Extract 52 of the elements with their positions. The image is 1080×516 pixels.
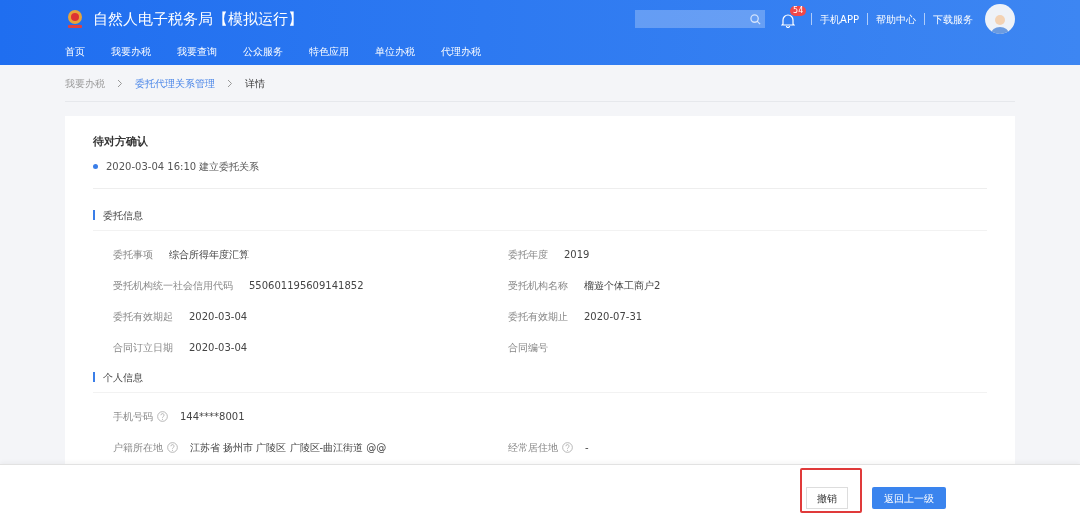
bell-icon[interactable] — [781, 13, 796, 28]
field-label: 合同编号 — [508, 340, 548, 355]
avatar[interactable] — [985, 4, 1015, 34]
help-icon[interactable] — [562, 441, 573, 453]
status-title: 待对方确认 — [93, 134, 149, 150]
breadcrumb-current: 详情 — [245, 76, 265, 91]
field-label: 手机号码 — [113, 409, 153, 424]
back-button[interactable]: 返回上一级 — [872, 487, 946, 510]
emblem-icon — [65, 8, 85, 30]
help-icon[interactable] — [157, 410, 168, 422]
header-link[interactable]: 手机APP — [820, 11, 859, 27]
nav-item[interactable]: 公众服务 — [243, 44, 283, 59]
header-link[interactable]: 帮助中心 — [876, 11, 916, 27]
chevron-icon — [117, 78, 123, 88]
field-label: 受托机构名称 — [508, 278, 568, 293]
timeline-event: 2020-03-04 16:10 建立委托关系 — [106, 159, 260, 174]
section-title: 委托信息 — [103, 208, 143, 223]
field-value: 2019 — [564, 247, 590, 262]
field-label: 委托有效期止 — [508, 309, 568, 324]
header-link[interactable]: 下载服务 — [933, 11, 973, 27]
field-value: 榴遊个体工商户2 — [584, 278, 661, 293]
field-label: 受托机构统一社会信用代码 — [113, 278, 233, 293]
nav-item[interactable]: 特色应用 — [309, 44, 349, 59]
breadcrumb-link[interactable]: 委托代理关系管理 — [135, 75, 215, 91]
chevron-icon — [227, 78, 233, 88]
field-value: 江苏省 扬州市 广陵区 广陵区-曲江街道 @@ — [190, 440, 387, 455]
search-icon[interactable] — [750, 13, 762, 25]
help-icon[interactable] — [167, 441, 178, 453]
field-value: 550601195609141852 — [249, 278, 364, 293]
field-label: 户籍所在地 — [113, 440, 163, 455]
field-label: 委托年度 — [508, 247, 548, 262]
search-field[interactable] — [635, 10, 766, 28]
field-value: 2020-07-31 — [584, 309, 643, 324]
field-label: 委托有效期起 — [113, 309, 173, 324]
field-value: 2020-03-04 — [189, 309, 248, 324]
nav-item[interactable]: 单位办税 — [375, 44, 415, 59]
field-value: 144****8001 — [180, 409, 245, 424]
section-title: 个人信息 — [103, 370, 143, 385]
nav-item[interactable]: 首页 — [65, 44, 85, 59]
field-label: 合同订立日期 — [113, 340, 173, 355]
site-title: 自然人电子税务局【模拟运行】 — [93, 8, 303, 30]
field-value: 综合所得年度汇算 — [169, 247, 249, 262]
nav-item[interactable]: 我要查询 — [177, 44, 217, 59]
breadcrumb-link[interactable]: 我要办税 — [65, 75, 105, 91]
nav-item[interactable]: 我要办税 — [111, 44, 151, 59]
notification-badge: 54 — [790, 6, 807, 16]
field-value: - — [585, 440, 589, 455]
field-label: 经常居住地 — [508, 440, 558, 455]
field-value: 2020-03-04 — [189, 340, 248, 355]
nav-item[interactable]: 代理办税 — [441, 44, 481, 59]
revoke-button[interactable]: 撤销 — [806, 487, 848, 510]
field-label: 委托事项 — [113, 247, 153, 262]
